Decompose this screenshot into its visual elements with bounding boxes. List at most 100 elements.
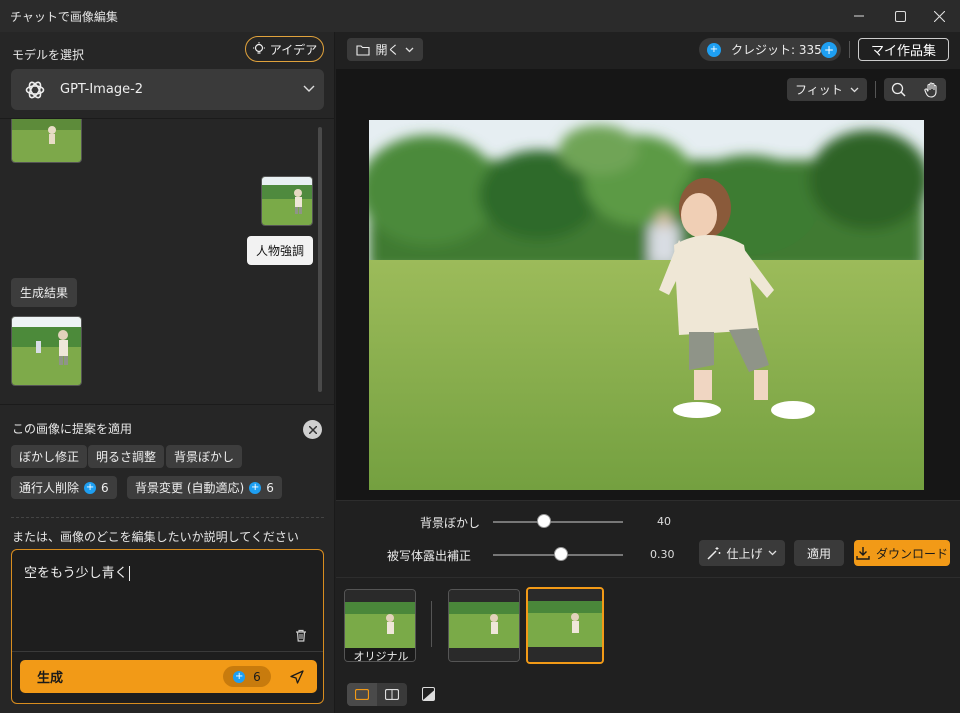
chip-label: 明るさ調整 xyxy=(96,450,157,464)
finish-label: 仕上げ xyxy=(726,546,763,561)
minimize-button[interactable] xyxy=(836,0,882,32)
model-label: モデルを選択 xyxy=(12,48,85,62)
adjust-panel: 背景ぼかし 40 被写体露出補正 0.30 仕上げ 適用 ダウンロード オリジナ… xyxy=(336,500,960,713)
chip-label: 通行人削除 xyxy=(19,481,80,495)
divider xyxy=(849,41,850,58)
canvas-area: フィット xyxy=(336,69,960,500)
suggestion-chip-remove-passerby[interactable]: 通行人削除 + 6 xyxy=(11,476,117,499)
chat-scrollbar[interactable] xyxy=(318,127,322,392)
bg-blur-label: 背景ぼかし xyxy=(420,516,481,530)
describe-label: または、画像のどこを編集したいか説明してください xyxy=(12,530,299,544)
chip-label: ぼかし修正 xyxy=(19,450,80,464)
user-message-text: 人物強調 xyxy=(256,244,305,258)
prompt-box: 空をもう少し青く 生成 + 6 xyxy=(11,549,324,704)
idea-button[interactable]: アイデア xyxy=(245,36,324,62)
zoom-icon[interactable] xyxy=(891,82,906,97)
folder-icon xyxy=(356,44,371,56)
add-credits-button[interactable]: + xyxy=(821,41,837,58)
credits-label: クレジット: 3353 xyxy=(731,43,830,57)
single-view-button[interactable] xyxy=(347,683,377,706)
model-name: GPT-Image-2 xyxy=(60,82,144,97)
trash-icon[interactable] xyxy=(295,629,307,642)
chevron-down-icon xyxy=(768,550,776,556)
send-icon xyxy=(290,670,304,684)
close-icon xyxy=(308,425,317,434)
chevron-down-icon xyxy=(850,87,859,92)
divider xyxy=(431,601,432,647)
model-select[interactable]: GPT-Image-2 xyxy=(11,69,324,110)
chat-image-thumbnail[interactable] xyxy=(11,119,82,163)
my-works-button[interactable]: マイ作品集 xyxy=(858,38,949,61)
fit-label: フィット xyxy=(795,83,843,97)
user-message-bubble: 人物強調 xyxy=(247,236,314,265)
single-view-icon xyxy=(355,689,369,700)
chat-panel: モデルを選択 アイデア GPT-Image-2 人物強調 生成結果 この画像に提… xyxy=(0,32,335,713)
credit-icon: + xyxy=(84,481,97,494)
suggestion-chip-bg-blur[interactable]: 背景ぼかし xyxy=(166,445,243,468)
generate-cost-badge: + 6 xyxy=(223,666,271,687)
idea-label: アイデア xyxy=(269,42,318,57)
apply-button[interactable]: 適用 xyxy=(794,540,844,566)
suggestion-chip-blur-fix[interactable]: ぼかし修正 xyxy=(11,445,88,468)
lightbulb-icon xyxy=(252,42,265,54)
credit-icon: + xyxy=(233,670,246,683)
subject-exposure-value: 0.30 xyxy=(650,548,675,561)
apply-label: 適用 xyxy=(806,546,831,561)
chat-thread: 人物強調 生成結果 xyxy=(0,119,335,404)
view-mode-toggle xyxy=(347,683,407,706)
film-original-caption: オリジナル xyxy=(345,648,415,661)
generate-button[interactable]: 生成 + 6 xyxy=(20,660,317,693)
chip-label: 背景変更 (自動適応) xyxy=(135,481,245,495)
magic-wand-icon xyxy=(707,547,721,560)
chip-cost: 6 xyxy=(101,480,109,495)
open-label: 開く xyxy=(375,43,400,57)
divider xyxy=(336,577,960,578)
film-version-1[interactable] xyxy=(448,589,520,662)
compare-view-icon xyxy=(385,689,399,700)
credit-icon: + xyxy=(707,42,721,57)
bg-blur-slider-knob[interactable] xyxy=(537,514,551,528)
chip-cost: 6 xyxy=(266,480,274,495)
suggestion-chip-brightness[interactable]: 明るさ調整 xyxy=(88,445,165,468)
subject-exposure-label: 被写体露出補正 xyxy=(387,549,472,563)
film-original[interactable]: オリジナル xyxy=(344,589,416,662)
credits-pill: + クレジット: 3353 + xyxy=(699,38,841,61)
chip-label: 背景ぼかし xyxy=(174,450,235,464)
openai-logo-icon xyxy=(25,81,45,98)
subject-exposure-slider-knob[interactable] xyxy=(554,547,568,561)
divider xyxy=(12,651,323,652)
prompt-input[interactable]: 空をもう少し青く xyxy=(24,562,130,581)
divider xyxy=(0,404,335,405)
user-image-thumbnail[interactable] xyxy=(261,176,313,226)
credit-icon: + xyxy=(249,481,262,494)
close-window-button[interactable] xyxy=(916,0,960,32)
hand-pan-icon[interactable] xyxy=(924,81,939,98)
window-title: チャットで画像編集 xyxy=(10,10,118,24)
fit-select[interactable]: フィット xyxy=(787,78,867,101)
finish-button[interactable]: 仕上げ xyxy=(699,540,785,566)
open-button[interactable]: 開く xyxy=(347,38,423,61)
result-label: 生成結果 xyxy=(20,286,69,300)
before-after-icon[interactable] xyxy=(422,687,435,701)
generate-cost: 6 xyxy=(253,669,261,684)
suggest-title: この画像に提案を適用 xyxy=(12,422,133,436)
prompt-text: 空をもう少し青く xyxy=(24,566,128,581)
suggestion-chip-change-bg[interactable]: 背景変更 (自動適応) + 6 xyxy=(127,476,282,499)
chevron-down-icon xyxy=(405,47,413,52)
generate-label: 生成 xyxy=(37,671,64,686)
title-bar: チャットで画像編集 xyxy=(0,0,960,32)
chevron-down-icon xyxy=(303,85,315,92)
download-icon xyxy=(856,547,870,560)
main-photo[interactable] xyxy=(369,120,924,490)
result-image-thumbnail[interactable] xyxy=(11,316,82,386)
download-button[interactable]: ダウンロード xyxy=(854,540,950,566)
dashed-divider xyxy=(11,517,324,518)
download-label: ダウンロード xyxy=(875,546,948,561)
result-label-bubble: 生成結果 xyxy=(11,278,78,307)
compare-view-button[interactable] xyxy=(377,683,407,706)
my-works-label: マイ作品集 xyxy=(870,44,936,59)
top-toolbar: 開く + クレジット: 3353 + マイ作品集 xyxy=(336,32,960,69)
close-suggestions-button[interactable] xyxy=(303,420,322,439)
film-version-2-selected[interactable] xyxy=(526,587,604,664)
bg-blur-slider[interactable] xyxy=(493,521,623,523)
